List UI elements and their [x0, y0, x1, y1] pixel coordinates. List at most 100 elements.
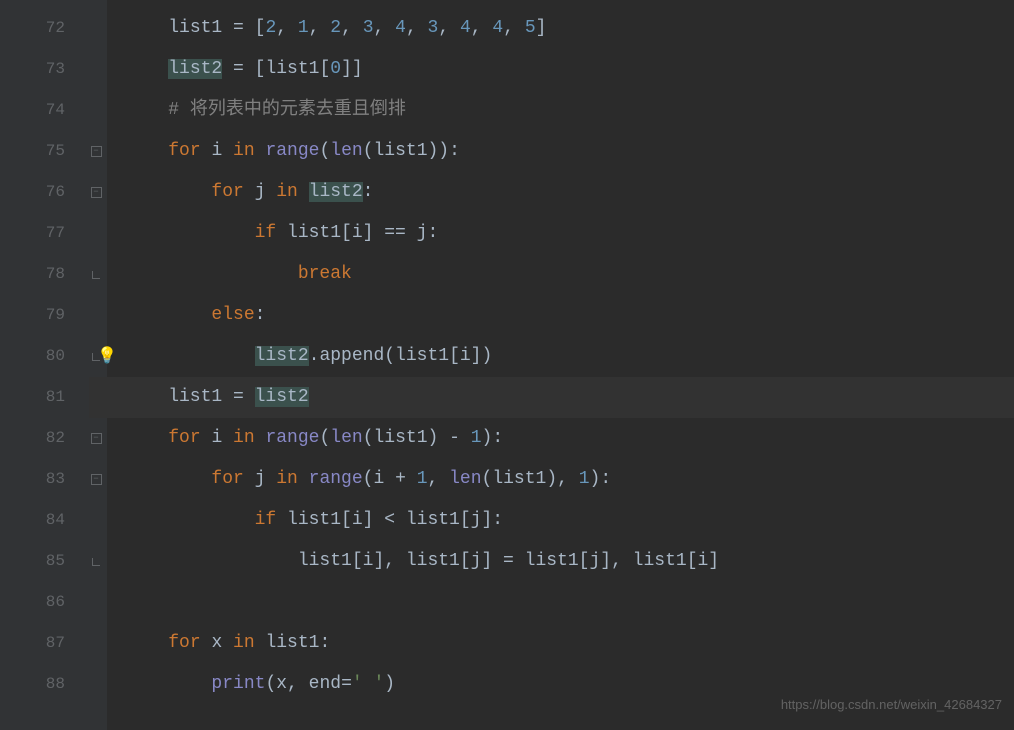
code-line[interactable]: for j in range(i + 1, len(list1), 1): — [125, 459, 1014, 500]
code-line[interactable]: list1[i], list1[j] = list1[j], list1[i] — [125, 541, 1014, 582]
line-number[interactable]: 76 — [0, 172, 85, 213]
code-token — [125, 18, 168, 38]
fold-collapse-icon[interactable]: − — [91, 433, 102, 444]
fold-marker[interactable] — [85, 254, 107, 295]
line-number[interactable]: 74 — [0, 90, 85, 131]
fold-marker[interactable] — [85, 295, 107, 336]
fold-marker[interactable] — [85, 623, 107, 664]
code-line[interactable]: list2 = [list1[0]] — [125, 49, 1014, 90]
code-token — [125, 305, 211, 325]
code-token — [125, 428, 168, 448]
code-token: (list1)): — [363, 141, 460, 161]
code-token: , — [503, 18, 525, 38]
fold-marker[interactable] — [85, 213, 107, 254]
code-token — [125, 674, 211, 694]
code-token — [125, 223, 255, 243]
code-line[interactable] — [125, 582, 1014, 623]
fold-collapse-icon[interactable]: − — [91, 187, 102, 198]
code-line[interactable]: for i in range(len(list1)): — [125, 131, 1014, 172]
fold-end-icon[interactable] — [92, 558, 100, 566]
fold-marker[interactable] — [85, 541, 107, 582]
code-token: i — [211, 428, 233, 448]
code-line[interactable]: # 将列表中的元素去重且倒排 — [125, 90, 1014, 131]
code-token: , — [406, 18, 428, 38]
fold-end-icon[interactable] — [92, 271, 100, 279]
line-number[interactable]: 87 — [0, 623, 85, 664]
fold-collapse-icon[interactable]: − — [91, 146, 102, 157]
fold-collapse-icon[interactable]: − — [91, 474, 102, 485]
line-number[interactable]: 75 — [0, 131, 85, 172]
code-token: len — [449, 469, 481, 489]
line-number[interactable]: 77 — [0, 213, 85, 254]
code-token: , — [309, 18, 331, 38]
code-line[interactable]: list1 = [2, 1, 2, 3, 4, 3, 4, 4, 5] — [125, 8, 1014, 49]
code-line[interactable]: break — [125, 254, 1014, 295]
code-token: 5 — [525, 18, 536, 38]
code-token: end — [309, 674, 341, 694]
lightbulb-icon[interactable]: 💡 — [97, 336, 117, 377]
code-area[interactable]: list1 = [2, 1, 2, 3, 4, 3, 4, 4, 5] list… — [107, 0, 1014, 730]
code-token: len — [330, 428, 362, 448]
code-line[interactable]: for i in range(len(list1) - 1): — [125, 418, 1014, 459]
code-token: ]] — [341, 59, 363, 79]
fold-marker[interactable]: − — [85, 172, 107, 213]
line-number[interactable]: 83 — [0, 459, 85, 500]
code-line[interactable]: 💡 list2.append(list1[i]) — [125, 336, 1014, 377]
code-line[interactable]: list1 = list2 — [125, 377, 1014, 418]
code-token — [125, 182, 211, 202]
code-token: 3 — [428, 18, 439, 38]
code-token: 1 — [471, 428, 482, 448]
code-token: break — [298, 264, 352, 284]
line-number[interactable]: 82 — [0, 418, 85, 459]
line-number[interactable]: 80 — [0, 336, 85, 377]
fold-marker[interactable] — [85, 582, 107, 623]
code-token: (list1) - — [363, 428, 471, 448]
line-number[interactable]: 73 — [0, 49, 85, 90]
code-line[interactable]: for j in list2: — [125, 172, 1014, 213]
code-token: list2 — [309, 182, 363, 202]
fold-marker[interactable] — [85, 90, 107, 131]
line-number[interactable]: 72 — [0, 8, 85, 49]
code-token: j — [255, 469, 277, 489]
code-token: for — [168, 428, 211, 448]
code-token: for — [211, 469, 254, 489]
code-token — [125, 141, 168, 161]
code-token: list1[i] < list1[j]: — [287, 510, 503, 530]
line-number[interactable]: 86 — [0, 582, 85, 623]
fold-marker[interactable] — [85, 500, 107, 541]
code-token: 0 — [330, 59, 341, 79]
line-number[interactable]: 78 — [0, 254, 85, 295]
code-token: list1 = — [125, 387, 255, 407]
line-number-gutter[interactable]: 7273747576777879808182838485868788 — [0, 0, 85, 730]
code-line[interactable]: if list1[i] < list1[j]: — [125, 500, 1014, 541]
code-token: : — [255, 305, 266, 325]
code-token: (list1), — [482, 469, 579, 489]
line-number[interactable]: 81 — [0, 377, 85, 418]
code-line[interactable]: for x in list1: — [125, 623, 1014, 664]
code-token: else — [211, 305, 254, 325]
fold-marker[interactable]: − — [85, 418, 107, 459]
line-number[interactable]: 85 — [0, 541, 85, 582]
fold-marker[interactable]: − — [85, 459, 107, 500]
fold-marker[interactable] — [85, 664, 107, 705]
code-token: (x, — [265, 674, 308, 694]
code-token: in — [233, 428, 265, 448]
line-number[interactable]: 84 — [0, 500, 85, 541]
code-line[interactable]: else: — [125, 295, 1014, 336]
code-token: for — [168, 633, 211, 653]
code-token: = [ — [233, 18, 265, 38]
code-line[interactable]: if list1[i] == j: — [125, 213, 1014, 254]
code-token: for — [168, 141, 211, 161]
code-token: if — [255, 510, 287, 530]
code-token: 1 — [298, 18, 309, 38]
code-token: list2 — [255, 387, 309, 407]
line-number[interactable]: 79 — [0, 295, 85, 336]
fold-marker[interactable] — [85, 49, 107, 90]
fold-marker[interactable]: − — [85, 131, 107, 172]
line-number[interactable]: 88 — [0, 664, 85, 705]
code-token: ' ' — [352, 674, 384, 694]
fold-marker[interactable] — [85, 8, 107, 49]
code-token: 3 — [363, 18, 374, 38]
code-token: ( — [319, 141, 330, 161]
code-token: ] — [536, 18, 547, 38]
